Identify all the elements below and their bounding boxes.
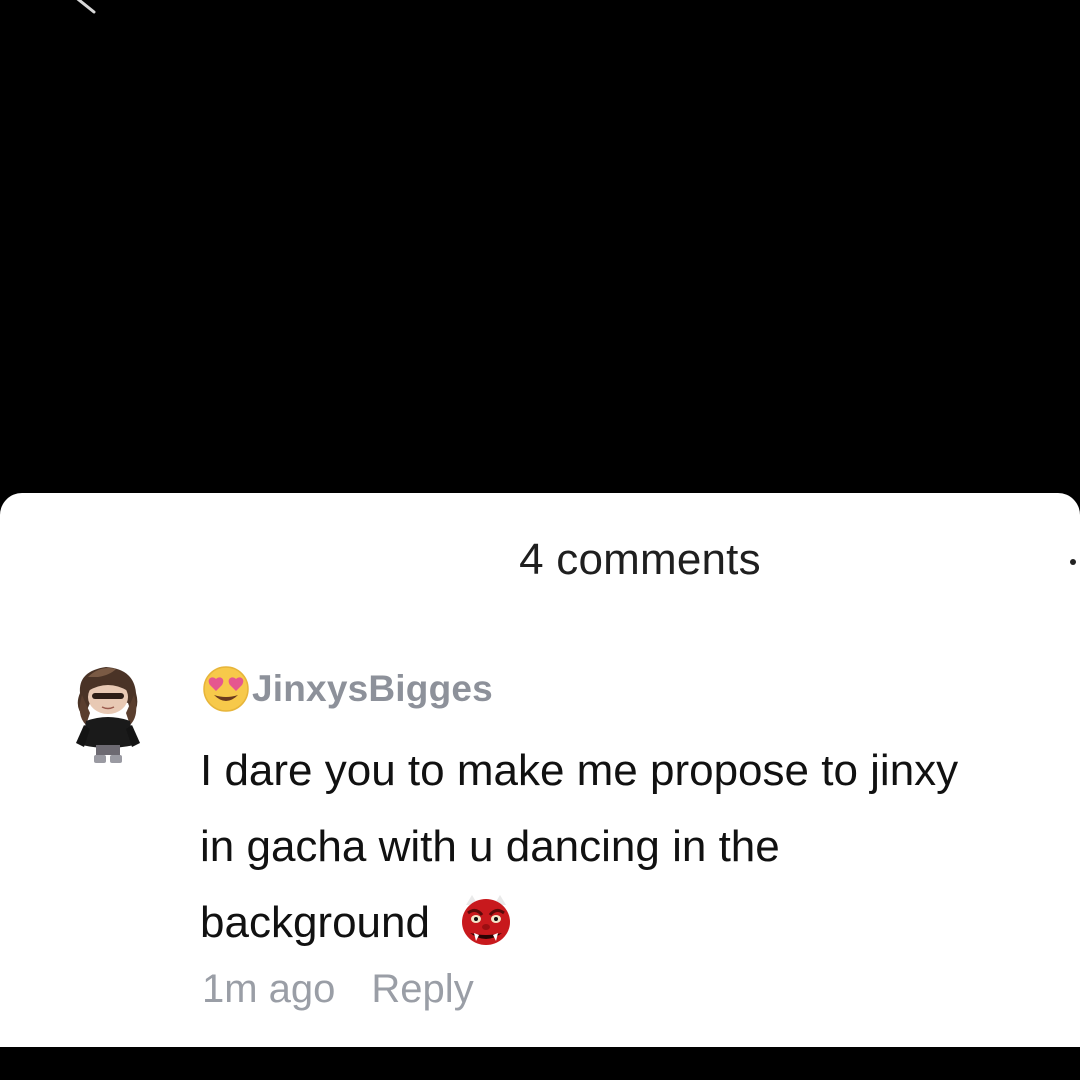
comment-count: 4 comments	[519, 535, 761, 584]
more-options-icon[interactable]	[1070, 559, 1076, 565]
ogre-emoji-icon	[462, 895, 511, 945]
comments-header: 4 comments	[0, 535, 1080, 585]
comment-meta-row: 1m ago Reply	[202, 967, 474, 1012]
bottom-bar	[0, 1047, 1080, 1080]
comments-sheet: 4 comments JinxysBigges I dare you to ma…	[0, 493, 1080, 1047]
reply-button[interactable]: Reply	[371, 967, 473, 1012]
back-arrow-icon[interactable]	[70, 0, 100, 16]
heart-eyes-emoji-icon	[203, 666, 249, 712]
screen: 4 comments JinxysBigges I dare you to ma…	[0, 0, 1080, 1080]
avatar[interactable]	[70, 663, 146, 765]
comment-author-row[interactable]: JinxysBigges	[202, 663, 493, 715]
comment-timestamp: 1m ago	[202, 967, 336, 1011]
comment-text: I dare you to make me propose to jinxy i…	[200, 746, 959, 947]
comment-author-name[interactable]: JinxysBigges	[252, 668, 493, 710]
comment-text-block: I dare you to make me propose to jinxy i…	[200, 733, 1000, 961]
